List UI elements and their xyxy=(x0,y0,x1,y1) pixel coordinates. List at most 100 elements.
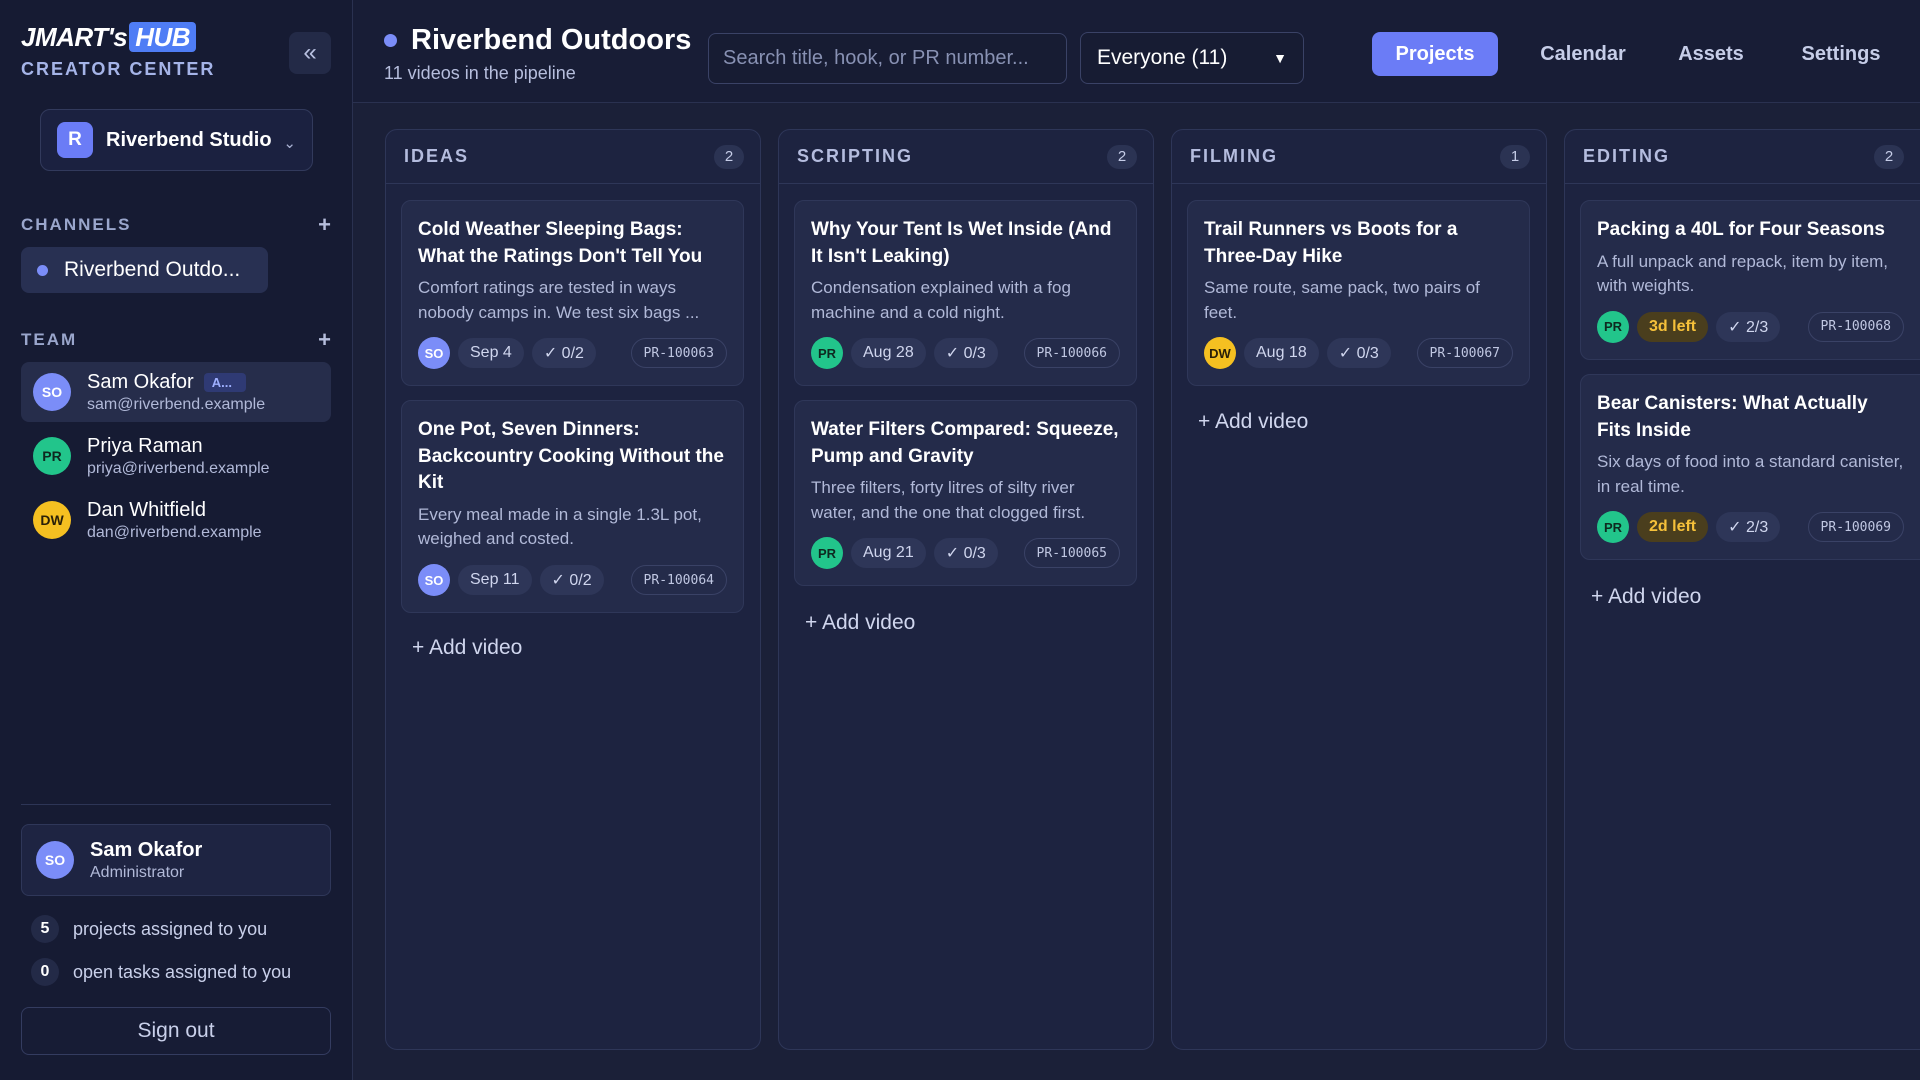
card-title: Bear Canisters: What Actually Fits Insid… xyxy=(1597,393,1868,441)
avatar: SO xyxy=(418,564,450,597)
card-description: Same route, same pack, two pairs of feet… xyxy=(1204,278,1480,322)
tab-settings[interactable]: Settings xyxy=(1781,32,1901,76)
avatar: PR xyxy=(811,337,843,370)
member-email: sam@riverbend.example xyxy=(87,395,266,413)
brand-logo-text: JMART's xyxy=(21,22,128,52)
tab-assets[interactable]: Assets xyxy=(1656,32,1766,76)
card-description: Three filters, forty litres of silty riv… xyxy=(811,478,1086,522)
column-title: FILMING xyxy=(1190,146,1278,166)
column-editing: EDITING 2 Packing a 40L for Four Seasons… xyxy=(1564,129,1920,1050)
sign-out-button[interactable]: Sign out xyxy=(21,1007,331,1055)
due-countdown-chip: 2d left xyxy=(1637,512,1709,543)
header: Riverbend Outdoors 11 videos in the pipe… xyxy=(353,0,1920,103)
video-card[interactable]: Cold Weather Sleeping Bags: What the Rat… xyxy=(401,200,744,387)
card-meta: SO Sep 4 ✓ 0/2 PR-100063 xyxy=(418,337,727,370)
studio-switcher[interactable]: R Riverbend Studio ⌄ xyxy=(40,109,313,171)
double-chevron-left-icon: « xyxy=(303,39,317,66)
card-description: A full unpack and repack, item by item, … xyxy=(1597,251,1889,296)
card-description: Six days of food into a standard caniste… xyxy=(1597,452,1904,496)
due-countdown-chip: 3d left xyxy=(1637,311,1709,342)
stat-label: projects assigned to you xyxy=(73,918,268,939)
column-header: IDEAS 2 xyxy=(386,130,760,184)
column-scripting: SCRIPTING 2 Why Your Tent Is Wet Inside … xyxy=(778,129,1154,1050)
brand-logo-hub: HUB xyxy=(129,22,197,52)
card-meta: PR Aug 21 ✓ 0/3 PR-100065 xyxy=(811,537,1120,570)
video-card[interactable]: One Pot, Seven Dinners: Backcountry Cook… xyxy=(401,400,744,614)
column-title: SCRIPTING xyxy=(797,146,914,166)
sidebar-divider xyxy=(21,804,331,805)
avatar: SO xyxy=(418,337,450,370)
card-title: Cold Weather Sleeping Bags: What the Rat… xyxy=(418,219,703,267)
column-header: EDITING 2 xyxy=(1565,130,1920,184)
card-title: Packing a 40L for Four Seasons xyxy=(1597,219,1885,240)
current-user-card[interactable]: SO Sam Okafor Administrator xyxy=(21,824,331,896)
stat-tasks: 0 open tasks assigned to you xyxy=(31,958,291,986)
filter-value: Everyone (11) xyxy=(1097,46,1228,69)
pr-number-chip: PR-100069 xyxy=(1807,512,1904,543)
page-title: Riverbend Outdoors xyxy=(384,24,691,57)
sidebar-item-channel[interactable]: Riverbend Outdo... xyxy=(21,247,268,293)
card-meta: PR Aug 28 ✓ 0/3 PR-100066 xyxy=(811,337,1120,370)
team-member-priya[interactable]: PR Priya Raman priya@riverbend.example xyxy=(21,426,331,486)
stat-label: open tasks assigned to you xyxy=(73,961,292,982)
pr-number-chip: PR-100068 xyxy=(1807,311,1904,342)
team-member-dan[interactable]: DW Dan Whitfield dan@riverbend.example xyxy=(21,490,331,550)
video-card[interactable]: Why Your Tent Is Wet Inside (And It Isn'… xyxy=(794,200,1137,387)
due-date-chip: Sep 4 xyxy=(458,338,524,369)
card-description: Condensation explained with a fog machin… xyxy=(811,278,1071,322)
card-meta: PR 2d left ✓ 2/3 PR-100069 xyxy=(1597,511,1904,544)
assignee-filter-select[interactable]: Everyone (11) ▼ xyxy=(1080,32,1304,84)
task-progress-chip: ✓ 2/3 xyxy=(1716,512,1781,543)
card-meta: PR 3d left ✓ 2/3 PR-100068 xyxy=(1597,310,1904,343)
brand-subtitle: CREATOR CENTER xyxy=(21,59,216,79)
video-card[interactable]: Water Filters Compared: Squeeze, Pump an… xyxy=(794,400,1137,587)
studio-name: Riverbend Studio xyxy=(106,128,272,151)
member-name: Sam Okafor xyxy=(87,370,194,393)
column-header: FILMING 1 xyxy=(1172,130,1546,184)
tab-calendar[interactable]: Calendar xyxy=(1520,32,1646,76)
avatar: DW xyxy=(33,501,71,539)
avatar: SO xyxy=(36,841,74,879)
avatar: PR xyxy=(1597,310,1629,343)
channel-name: Riverbend Outdo... xyxy=(64,258,241,281)
column-title: IDEAS xyxy=(404,146,470,166)
column-count-badge: 2 xyxy=(1874,144,1904,169)
tab-projects[interactable]: Projects xyxy=(1372,32,1498,76)
add-member-icon[interactable]: + xyxy=(318,327,331,353)
card-title: One Pot, Seven Dinners: Backcountry Cook… xyxy=(418,419,724,494)
card-meta: DW Aug 18 ✓ 0/3 PR-100067 xyxy=(1204,337,1513,370)
video-card[interactable]: Trail Runners vs Boots for a Three-Day H… xyxy=(1187,200,1530,387)
pr-number-chip: PR-100063 xyxy=(630,338,727,369)
search-input[interactable] xyxy=(708,33,1067,84)
team-member-sam[interactable]: SO Sam Okafor A... sam@riverbend.example xyxy=(21,362,331,422)
pr-number-chip: PR-100064 xyxy=(630,565,727,596)
card-description: Every meal made in a single 1.3L pot, we… xyxy=(418,504,702,549)
column-header: SCRIPTING 2 xyxy=(779,130,1153,184)
add-video-button[interactable]: + Add video xyxy=(1591,585,1701,609)
collapse-sidebar-button[interactable]: « xyxy=(289,32,331,74)
current-user-role: Administrator xyxy=(90,863,185,881)
video-card[interactable]: Packing a 40L for Four Seasons A full un… xyxy=(1580,200,1920,360)
channels-heading: CHANNELS + xyxy=(21,212,331,238)
page-subtitle: 11 videos in the pipeline xyxy=(384,63,576,83)
avatar: PR xyxy=(1597,511,1629,544)
member-name: Priya Raman xyxy=(87,434,203,457)
page-title-text: Riverbend Outdoors xyxy=(411,24,692,56)
add-video-button[interactable]: + Add video xyxy=(805,611,915,635)
add-video-button[interactable]: + Add video xyxy=(412,636,522,660)
brand-logo[interactable]: JMART's HUB xyxy=(21,22,215,53)
card-title: Trail Runners vs Boots for a Three-Day H… xyxy=(1204,219,1458,267)
add-video-button[interactable]: + Add video xyxy=(1198,410,1308,434)
column-ideas: IDEAS 2 Cold Weather Sleeping Bags: What… xyxy=(385,129,761,1050)
stat-count: 5 xyxy=(31,915,59,943)
pr-number-chip: PR-100067 xyxy=(1416,338,1513,369)
member-name: Dan Whitfield xyxy=(87,498,206,521)
video-card[interactable]: Bear Canisters: What Actually Fits Insid… xyxy=(1580,374,1920,561)
column-title: EDITING xyxy=(1583,146,1671,166)
card-description: Comfort ratings are tested in ways nobod… xyxy=(418,278,700,322)
task-progress-chip: ✓ 0/3 xyxy=(933,338,998,369)
task-progress-chip: ✓ 2/3 xyxy=(1716,311,1781,342)
add-channel-icon[interactable]: + xyxy=(318,212,331,238)
channel-dot-icon xyxy=(37,264,48,276)
pr-number-chip: PR-100066 xyxy=(1023,338,1120,369)
